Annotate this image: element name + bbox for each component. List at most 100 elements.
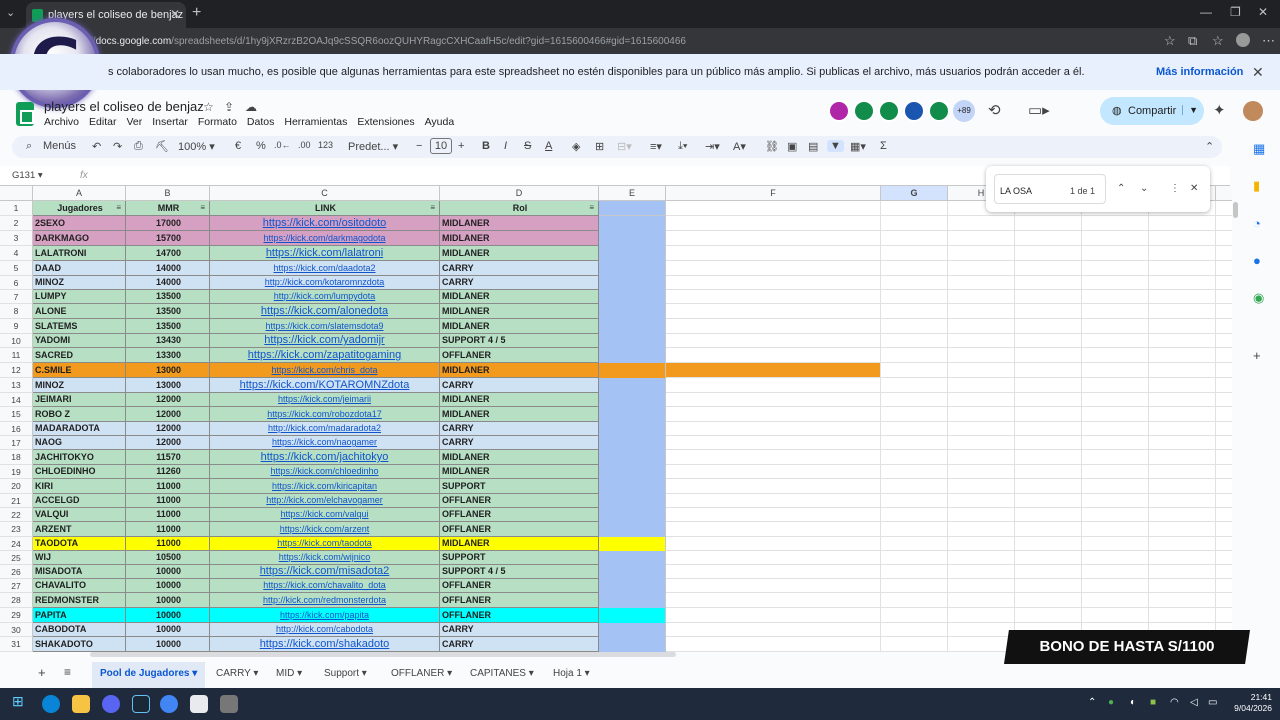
cell[interactable]: [1216, 348, 1232, 363]
history-icon[interactable]: ⟲: [988, 101, 1001, 119]
mmr-cell[interactable]: 15700: [126, 231, 210, 246]
cell[interactable]: [1216, 304, 1232, 319]
menu-ayuda[interactable]: Ayuda: [425, 116, 455, 128]
cell[interactable]: [881, 304, 948, 319]
cell[interactable]: [948, 216, 1015, 231]
role-cell[interactable]: CARRY: [440, 422, 599, 436]
role-cell[interactable]: OFFLANER: [440, 494, 599, 508]
cell[interactable]: [948, 261, 1015, 276]
cell[interactable]: [1216, 465, 1232, 479]
search-menus-icon[interactable]: ⌕: [26, 140, 32, 153]
currency-button[interactable]: €: [235, 140, 241, 152]
cell[interactable]: [948, 348, 1015, 363]
banner-more-info-link[interactable]: Más información: [1156, 66, 1243, 78]
cell[interactable]: [1082, 422, 1149, 436]
cell[interactable]: [1082, 450, 1149, 465]
row-header[interactable]: 31: [0, 637, 33, 652]
cell[interactable]: [599, 508, 666, 522]
cell[interactable]: [881, 422, 948, 436]
cell[interactable]: [948, 565, 1015, 579]
cell[interactable]: [1015, 246, 1082, 261]
cell[interactable]: [948, 537, 1015, 551]
cell[interactable]: [948, 290, 1015, 304]
cell[interactable]: [599, 378, 666, 393]
cell[interactable]: [666, 276, 881, 290]
mmr-cell[interactable]: 10000: [126, 579, 210, 593]
row-header[interactable]: 3: [0, 231, 33, 246]
cell[interactable]: [881, 276, 948, 290]
start-icon[interactable]: ⊞: [12, 693, 30, 711]
role-cell[interactable]: MIDLANER: [440, 407, 599, 422]
cell[interactable]: [1149, 348, 1216, 363]
cell[interactable]: [1149, 216, 1216, 231]
menu-extensiones[interactable]: Extensiones: [357, 116, 414, 128]
add-sheet-icon[interactable]: +: [38, 665, 46, 680]
cell[interactable]: [599, 565, 666, 579]
cell[interactable]: [881, 465, 948, 479]
role-cell[interactable]: SUPPORT: [440, 479, 599, 494]
link-cell[interactable]: http://kick.com/madaradota2: [210, 422, 440, 436]
menu-formato[interactable]: Formato: [198, 116, 237, 128]
cell[interactable]: [1149, 363, 1216, 378]
cell[interactable]: [599, 637, 666, 652]
url-field[interactable]: //docs.google.com/spreadsheets/d/1hy9jXR…: [90, 33, 1150, 50]
row-header[interactable]: 18: [0, 450, 33, 465]
player-name-cell[interactable]: YADOMI: [33, 334, 126, 348]
role-cell[interactable]: OFFLANER: [440, 608, 599, 623]
mmr-cell[interactable]: 11000: [126, 479, 210, 494]
cell[interactable]: [1082, 319, 1149, 334]
favorites-icon[interactable]: ☆: [1212, 33, 1224, 49]
row-header[interactable]: 26: [0, 565, 33, 579]
cell[interactable]: [1149, 537, 1216, 551]
row-header[interactable]: 10: [0, 334, 33, 348]
cell[interactable]: [1216, 334, 1232, 348]
link-cell[interactable]: https://kick.com/papita: [210, 608, 440, 623]
cell[interactable]: [1082, 363, 1149, 378]
cell[interactable]: [948, 522, 1015, 537]
role-cell[interactable]: OFFLANER: [440, 579, 599, 593]
cell[interactable]: [1015, 261, 1082, 276]
player-name-cell[interactable]: ALONE: [33, 304, 126, 319]
mmr-cell[interactable]: 13300: [126, 348, 210, 363]
cell[interactable]: [1216, 508, 1232, 522]
cell[interactable]: [1149, 450, 1216, 465]
cell[interactable]: [1216, 593, 1232, 608]
sheets-logo-icon[interactable]: [16, 102, 34, 126]
clock[interactable]: 21:41 9/04/2026: [1226, 692, 1272, 714]
fill-color-icon[interactable]: ◈: [572, 140, 580, 153]
cell[interactable]: [666, 465, 881, 479]
row-header[interactable]: 9: [0, 319, 33, 334]
cell[interactable]: [666, 537, 881, 551]
role-cell[interactable]: MIDLANER: [440, 319, 599, 334]
cell[interactable]: [881, 479, 948, 494]
cell[interactable]: [1082, 231, 1149, 246]
cell[interactable]: [666, 450, 881, 465]
link-cell[interactable]: https://kick.com/chris_dota: [210, 363, 440, 378]
link-cell[interactable]: https://kick.com/misadota2: [210, 565, 440, 579]
row-header[interactable]: 5: [0, 261, 33, 276]
link-cell[interactable]: https://kick.com/taodota: [210, 537, 440, 551]
cell[interactable]: [666, 436, 881, 450]
cell[interactable]: [666, 422, 881, 436]
row-header[interactable]: 8: [0, 304, 33, 319]
cell[interactable]: [666, 334, 881, 348]
tray-chevron-icon[interactable]: ⌃: [1088, 697, 1096, 708]
cell[interactable]: [1082, 579, 1149, 593]
cell[interactable]: [1216, 378, 1232, 393]
cell[interactable]: [1015, 407, 1082, 422]
player-name-cell[interactable]: SACRED: [33, 348, 126, 363]
player-name-cell[interactable]: MINOZ: [33, 378, 126, 393]
cell[interactable]: [948, 593, 1015, 608]
row-header[interactable]: 25: [0, 551, 33, 565]
cell[interactable]: [666, 290, 881, 304]
user-avatar[interactable]: [1243, 101, 1263, 121]
percent-button[interactable]: %: [256, 140, 266, 152]
increase-decimals-button[interactable]: .00: [298, 140, 311, 150]
role-cell[interactable]: CARRY: [440, 276, 599, 290]
menu-ver[interactable]: Ver: [126, 116, 142, 128]
restore-icon[interactable]: ❐: [1230, 5, 1241, 19]
link-cell[interactable]: https://kick.com/daadota2: [210, 261, 440, 276]
mmr-cell[interactable]: 13000: [126, 378, 210, 393]
player-name-cell[interactable]: VALQUI: [33, 508, 126, 522]
row-header[interactable]: 11: [0, 348, 33, 363]
